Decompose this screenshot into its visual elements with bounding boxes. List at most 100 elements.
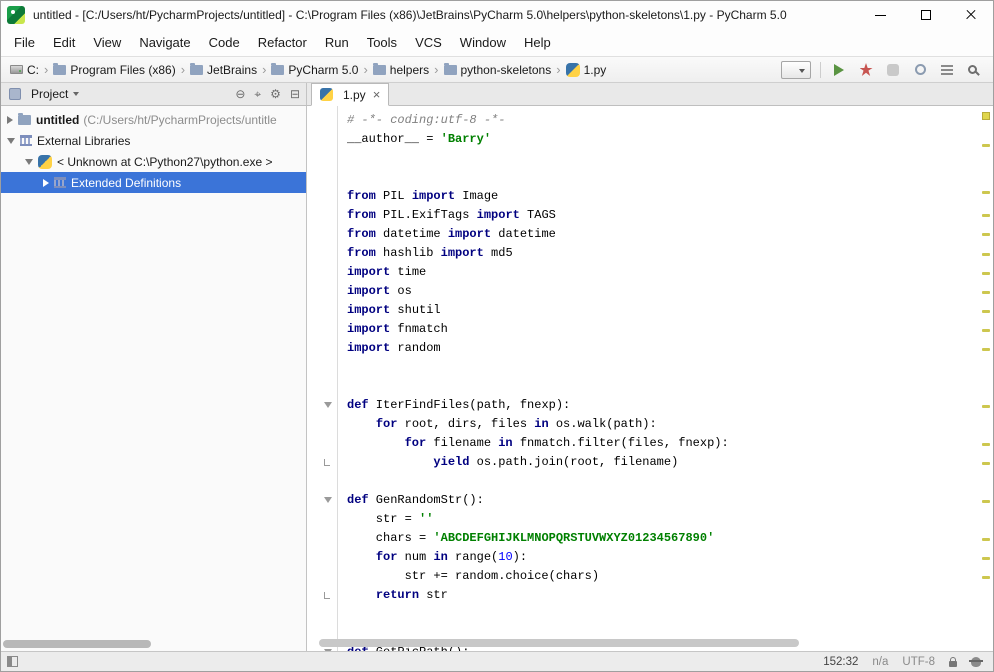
code-line: # -*- coding:utf-8 -*- (347, 111, 977, 130)
list-icon (941, 65, 953, 75)
menu-item-navigate[interactable]: Navigate (130, 29, 199, 56)
tree-item[interactable]: Extended Definitions (1, 172, 306, 193)
folder-icon (18, 115, 31, 125)
tab-close-icon[interactable]: × (373, 88, 381, 101)
fold-end-icon[interactable] (324, 592, 330, 599)
fold-end-icon[interactable] (324, 459, 330, 466)
tree-item[interactable]: untitled(C:/Users/ht/PycharmProjects/unt… (1, 109, 306, 130)
tree-item[interactable]: < Unknown at C:\Python27\python.exe > (1, 151, 306, 172)
drive-icon (10, 65, 23, 74)
menu-item-run[interactable]: Run (316, 29, 358, 56)
warning-stripe-mark (982, 291, 990, 294)
project-panel-title[interactable]: Project (31, 87, 68, 101)
maximize-button[interactable] (903, 1, 948, 29)
python-icon (566, 63, 580, 77)
event-log-button[interactable] (938, 61, 956, 79)
project-horizontal-scrollbar[interactable] (1, 640, 306, 649)
minimize-button[interactable] (858, 1, 903, 29)
chevron-right-icon[interactable] (43, 179, 49, 187)
caret-position[interactable]: 152:32 (823, 656, 858, 668)
chevron-separator-icon: › (44, 62, 48, 77)
menu-item-edit[interactable]: Edit (44, 29, 84, 56)
profile-button[interactable] (911, 61, 929, 79)
fold-open-icon[interactable] (324, 402, 332, 408)
breadcrumb-item[interactable]: JetBrains (187, 62, 260, 78)
project-panel-header: Project ⊖ ⌖ ⚙ ⊟ (1, 83, 307, 105)
toolwindow-switcher-icon[interactable] (7, 656, 18, 667)
header-row: Project ⊖ ⌖ ⚙ ⊟ 1.py × (1, 83, 993, 106)
code-line: import os (347, 282, 977, 301)
settings-icon[interactable]: ⚙ (270, 88, 281, 100)
breadcrumb-item[interactable]: C: (7, 62, 42, 78)
menu-item-view[interactable]: View (84, 29, 130, 56)
code-line: str += random.choice(chars) (347, 567, 977, 586)
chevron-down-icon[interactable] (73, 92, 79, 96)
line-separator-indicator[interactable]: n/a (872, 656, 888, 668)
debug-button[interactable] (884, 61, 902, 79)
warning-stripe-mark (982, 214, 990, 217)
chevron-down-icon[interactable] (25, 159, 33, 165)
breadcrumb-item[interactable]: PyCharm 5.0 (268, 62, 361, 78)
error-stripe[interactable] (979, 106, 993, 651)
readonly-lock-icon[interactable] (949, 661, 957, 667)
menu-item-vcs[interactable]: VCS (406, 29, 451, 56)
editor-horizontal-scrollbar[interactable] (307, 639, 979, 648)
editor-tab-1py[interactable]: 1.py × (311, 83, 389, 106)
chevron-right-icon[interactable] (7, 116, 13, 124)
code-area[interactable]: # -*- coding:utf-8 -*-__author__ = 'Barr… (347, 111, 977, 651)
libs-icon (54, 177, 66, 188)
hector-inspections-icon[interactable] (971, 657, 981, 667)
breadcrumb-item[interactable]: 1.py (563, 62, 610, 78)
fold-open-icon[interactable] (324, 497, 332, 503)
breadcrumb-item[interactable]: Program Files (x86) (50, 62, 178, 78)
editor[interactable]: # -*- coding:utf-8 -*-__author__ = 'Barr… (307, 106, 993, 651)
breadcrumb: C:›Program Files (x86)›JetBrains›PyCharm… (7, 62, 781, 78)
disabled-icon (887, 64, 899, 76)
chevron-down-icon[interactable] (7, 138, 15, 144)
tree-item-label: < Unknown at C:\Python27\python.exe > (57, 155, 272, 169)
breadcrumb-item[interactable]: python-skeletons (441, 62, 555, 78)
code-line: from datetime import datetime (347, 225, 977, 244)
warning-stripe-mark (982, 253, 990, 256)
search-everywhere-button[interactable] (965, 61, 983, 79)
collapse-all-icon[interactable]: ⊖ (235, 88, 245, 100)
menu-item-help[interactable]: Help (515, 29, 560, 56)
close-icon (965, 9, 977, 21)
file-status-indicator (982, 112, 990, 120)
warning-stripe-mark (982, 329, 990, 332)
code-line: from PIL.ExifTags import TAGS (347, 206, 977, 225)
run-button[interactable] (830, 61, 848, 79)
breadcrumb-item[interactable]: helpers (370, 62, 432, 78)
locate-icon[interactable]: ⌖ (254, 88, 261, 100)
menu-item-code[interactable]: Code (200, 29, 249, 56)
warning-stripe-mark (982, 462, 990, 465)
warning-stripe-mark (982, 500, 990, 503)
project-toolwindow-icon (9, 88, 21, 100)
tree-item[interactable]: External Libraries (1, 130, 306, 151)
menu-item-file[interactable]: File (5, 29, 44, 56)
hide-icon[interactable]: ⊟ (290, 88, 300, 100)
file-encoding[interactable]: UTF-8 (902, 656, 935, 668)
menu-item-window[interactable]: Window (451, 29, 515, 56)
folder-icon (271, 65, 284, 75)
window-controls (858, 1, 993, 29)
warning-stripe-mark (982, 348, 990, 351)
warning-stripe-mark (982, 191, 990, 194)
scrollbar-thumb[interactable] (319, 639, 799, 647)
folder-icon (190, 65, 203, 75)
pycharm-logo-icon (7, 6, 25, 24)
magnifier-icon (968, 65, 977, 74)
close-button[interactable] (948, 1, 993, 29)
code-line: for root, dirs, files in os.walk(path): (347, 415, 977, 434)
code-line: def IterFindFiles(path, fnexp): (347, 396, 977, 415)
folder-icon (444, 65, 457, 75)
scrollbar-thumb[interactable] (3, 640, 151, 648)
coverage-button[interactable] (857, 61, 875, 79)
editor-gutter (307, 106, 338, 651)
menu-item-refactor[interactable]: Refactor (249, 29, 316, 56)
burst-icon (860, 63, 873, 76)
chevron-separator-icon: › (363, 62, 367, 77)
run-config-select[interactable] (781, 61, 811, 79)
menu-item-tools[interactable]: Tools (358, 29, 406, 56)
breadcrumb-label: helpers (390, 63, 429, 77)
